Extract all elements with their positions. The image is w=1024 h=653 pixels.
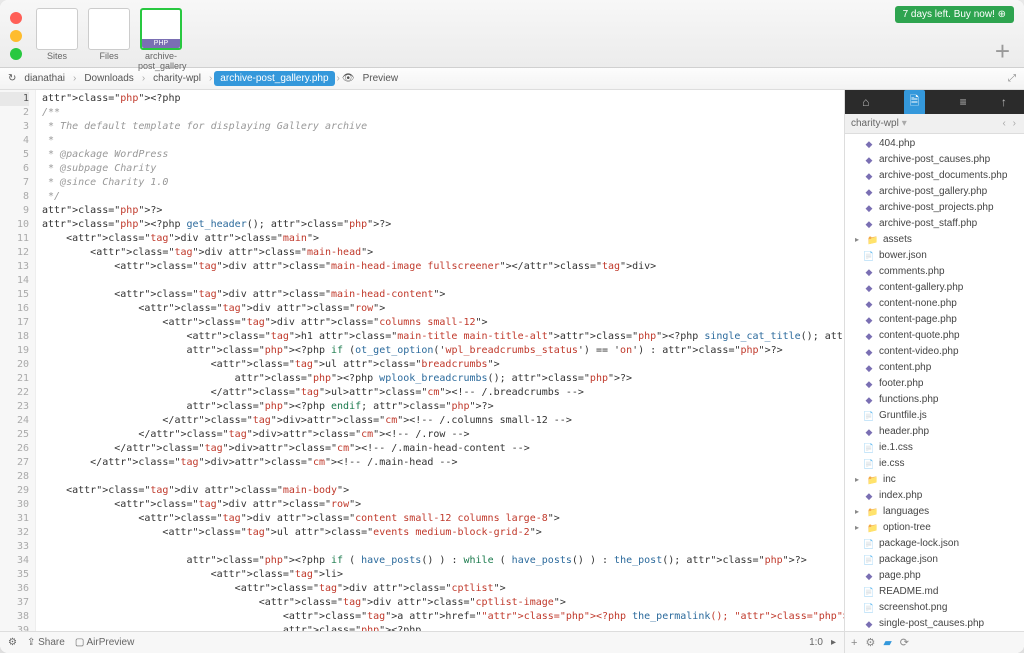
folder-item[interactable]: ▸📁assets [845, 232, 1024, 248]
file-item[interactable]: ◆archive-post_documents.php [845, 168, 1024, 184]
sidebar-footer: + ⚙ ▰ ⟳ [845, 631, 1024, 653]
minimize-icon[interactable] [10, 30, 22, 42]
cursor-position: 1:0 [809, 637, 823, 648]
gear-icon[interactable]: ⚙ [865, 636, 875, 649]
share-button[interactable]: ⇪ Share [27, 637, 65, 648]
project-header[interactable]: charity-wpl ▾ ‹ › [845, 114, 1024, 134]
zoom-icon[interactable] [10, 48, 22, 60]
expand-icon[interactable]: ⤢ [1008, 73, 1016, 84]
status-bar: ⚙ ⇪ Share ▢ AirPreview 1:0 ▸ [0, 631, 844, 653]
file-tree[interactable]: ◆404.php◆archive-post_causes.php◆archive… [845, 134, 1024, 631]
clips-icon[interactable]: ≡ [960, 95, 967, 109]
file-item[interactable]: 📄ie.css [845, 456, 1024, 472]
new-tab-button[interactable]: + [995, 36, 1010, 67]
document-tabs: SitesFilesPHParchive-post_gallery [34, 8, 184, 72]
file-item[interactable]: ◆page.php [845, 568, 1024, 584]
file-item[interactable]: ◆comments.php [845, 264, 1024, 280]
project-name: charity-wpl [851, 118, 899, 129]
publish-icon[interactable]: ↑ [1001, 95, 1007, 109]
file-item[interactable]: 📄screenshot.png [845, 600, 1024, 616]
files-icon[interactable]: 🗎 [904, 90, 926, 115]
app-window: SitesFilesPHParchive-post_gallery 7 days… [0, 0, 1024, 653]
folder-item[interactable]: ▸📁option-tree [845, 520, 1024, 536]
file-item[interactable]: 📄README.md [845, 584, 1024, 600]
reload-icon[interactable]: ↻ [8, 73, 16, 84]
file-item[interactable]: ◆archive-post_projects.php [845, 200, 1024, 216]
file-item[interactable]: ◆content-none.php [845, 296, 1024, 312]
file-item[interactable]: 📄bower.json [845, 248, 1024, 264]
file-item[interactable]: ◆archive-post_staff.php [845, 216, 1024, 232]
document-tab[interactable]: PHParchive-post_gallery [138, 8, 184, 72]
sidebar-tabs: ⌂ 🗎 ≡ ↑ [845, 90, 1024, 114]
file-item[interactable]: 📄package.json [845, 552, 1024, 568]
document-tab[interactable]: Sites [34, 8, 80, 72]
sync-icon[interactable]: ⟳ [900, 636, 909, 649]
file-item[interactable]: ◆functions.php [845, 392, 1024, 408]
file-item[interactable]: ◆single-post_causes.php [845, 616, 1024, 631]
nav-arrows[interactable]: ‹ › [1003, 118, 1018, 129]
file-item[interactable]: ◆content-quote.php [845, 328, 1024, 344]
main-area: 1234567891011121314151617181920212223242… [0, 90, 1024, 653]
code-editor[interactable]: 1234567891011121314151617181920212223242… [0, 90, 844, 631]
breadcrumb-item[interactable]: Downloads [78, 71, 139, 86]
file-item[interactable]: 📄ie.1.css [845, 440, 1024, 456]
file-item[interactable]: ◆archive-post_causes.php [845, 152, 1024, 168]
file-item[interactable]: ◆archive-post_gallery.php [845, 184, 1024, 200]
display-icon[interactable]: ▰ [883, 636, 891, 649]
gear-icon[interactable]: ⚙ [8, 637, 17, 648]
file-item[interactable]: ◆content-page.php [845, 312, 1024, 328]
folder-item[interactable]: ▸📁languages [845, 504, 1024, 520]
window-controls [10, 12, 22, 60]
file-item[interactable]: ◆404.php [845, 136, 1024, 152]
line-gutter: 1234567891011121314151617181920212223242… [0, 90, 36, 631]
breadcrumb-item[interactable]: dianathai [18, 71, 71, 86]
preview-button[interactable]: Preview [357, 71, 405, 86]
document-tab[interactable]: Files [86, 8, 132, 72]
sidebar: ⌂ 🗎 ≡ ↑ charity-wpl ▾ ‹ › ◆404.php◆archi… [844, 90, 1024, 653]
close-icon[interactable] [10, 12, 22, 24]
home-icon[interactable]: ⌂ [862, 95, 869, 109]
file-item[interactable]: 📄Gruntfile.js [845, 408, 1024, 424]
add-icon[interactable]: + [851, 637, 857, 649]
file-item[interactable]: 📄package-lock.json [845, 536, 1024, 552]
titlebar: SitesFilesPHParchive-post_gallery 7 days… [0, 0, 1024, 68]
file-item[interactable]: ◆content-video.php [845, 344, 1024, 360]
file-item[interactable]: ◆index.php [845, 488, 1024, 504]
file-item[interactable]: ◆content.php [845, 360, 1024, 376]
file-item[interactable]: ◆content-gallery.php [845, 280, 1024, 296]
breadcrumb-current[interactable]: archive-post_gallery.php [214, 71, 334, 86]
folder-item[interactable]: ▸📁inc [845, 472, 1024, 488]
breadcrumb-item[interactable]: charity-wpl [147, 71, 207, 86]
editor-pane: 1234567891011121314151617181920212223242… [0, 90, 844, 653]
airpreview-button[interactable]: ▢ AirPreview [75, 637, 134, 648]
file-item[interactable]: ◆footer.php [845, 376, 1024, 392]
preview-icon[interactable]: 👁 [342, 73, 355, 84]
terminal-icon[interactable]: ▸ [831, 637, 836, 648]
file-item[interactable]: ◆header.php [845, 424, 1024, 440]
code-content[interactable]: attr">class="php"><?php/** * The default… [36, 90, 844, 631]
trial-badge[interactable]: 7 days left. Buy now! ⊕ [895, 6, 1014, 23]
